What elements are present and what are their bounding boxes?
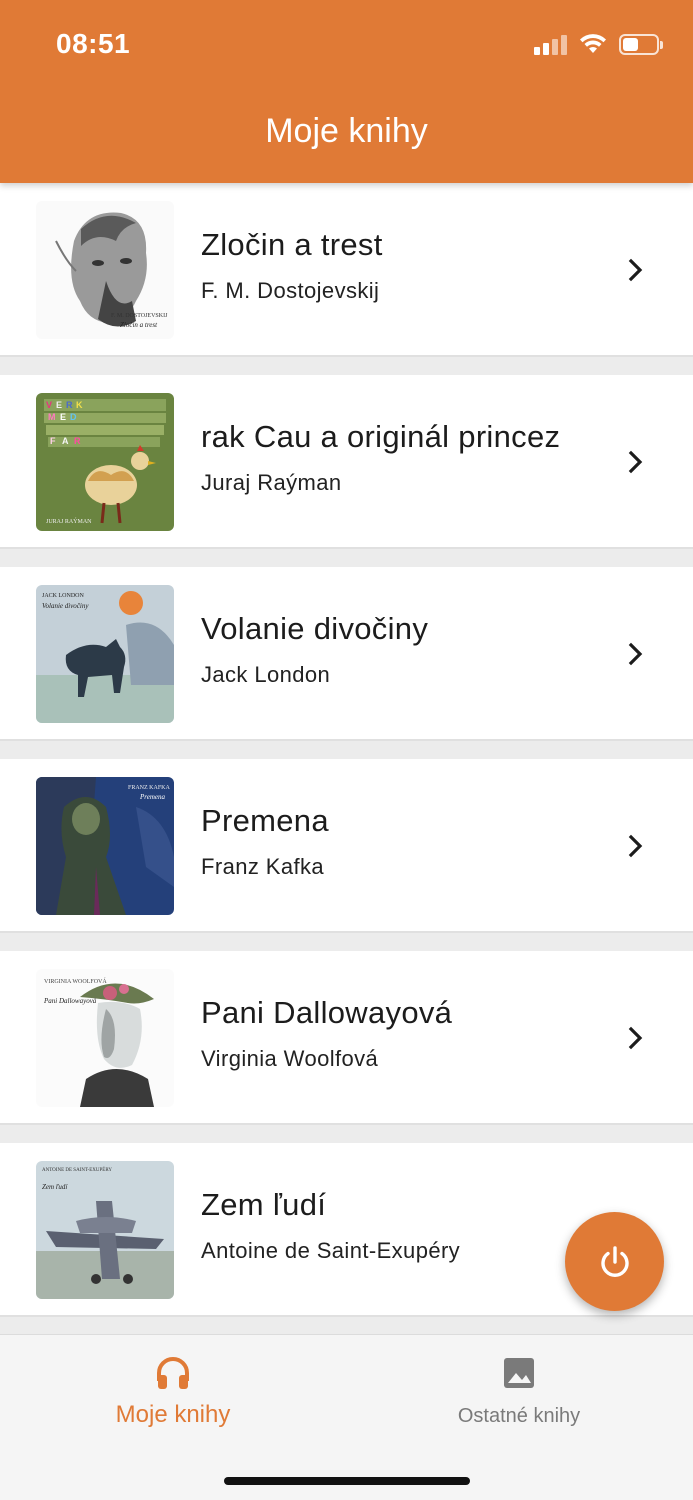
power-icon [600, 1245, 629, 1277]
cover-title: Zločin a trest [120, 321, 158, 329]
book-title: Pani Dallowayová [201, 995, 453, 1030]
cover-title: JURAJ RAÝMAN [46, 517, 92, 525]
svg-text:R: R [66, 400, 73, 410]
home-indicator [224, 1477, 470, 1485]
book-author: Juraj Raýman [201, 470, 342, 495]
cover-author: ANTOINE DE SAINT-EXUPÉRY [42, 1167, 112, 1173]
app-header: 08:51 Moje knihy [0, 0, 693, 183]
chevron-right-icon [628, 450, 643, 474]
battery-icon [619, 33, 663, 55]
cover-title: Premena [139, 793, 166, 801]
wifi-icon [580, 34, 606, 53]
book-author: F. M. Dostojevskij [201, 278, 380, 303]
book-cover-image: VERK MED FAR JURAJ RAÝMAN [36, 393, 174, 531]
chevron-right-icon [628, 1026, 643, 1050]
tab-moje-knihy[interactable]: Moje knihy [0, 1335, 346, 1445]
tab-label: Ostatné knihy [457, 1405, 581, 1427]
logout-button[interactable] [565, 1212, 664, 1311]
book-cover-image: F. M. DOSTOJEVSKIJ Zločin a trest [36, 201, 174, 339]
book-cover-image: ANTOINE DE SAINT-EXUPÉRY Zem ľudí [36, 1161, 174, 1299]
page-title: Moje knihy [265, 112, 428, 150]
svg-text:V: V [46, 400, 52, 410]
book-author: Jack London [201, 662, 331, 687]
book-row[interactable]: VERK MED FAR JURAJ RAÝMAN rak Cau a orig… [0, 375, 693, 549]
svg-text:M: M [48, 412, 56, 422]
book-title: Premena [201, 803, 329, 838]
book-cover-image: JACK LONDON Volanie divočiny [36, 585, 174, 723]
status-icons [534, 32, 663, 56]
book-author: Virginia Woolfová [201, 1046, 379, 1071]
svg-text:F. M. DOSTOJEVSKIJ: F. M. DOSTOJEVSKIJ [111, 313, 168, 319]
svg-text:D: D [70, 412, 77, 422]
headphones-icon [157, 1357, 189, 1389]
cover-author: FRANZ KAFKA [128, 785, 171, 791]
status-time: 08:51 [56, 28, 131, 59]
bottom-navigation: Moje knihy Ostatné knihy [0, 1334, 693, 1500]
chevron-right-icon [628, 642, 643, 666]
cover-author: VIRGINIA WOOLFOVÁ [44, 977, 107, 985]
chevron-right-icon [628, 834, 643, 858]
cover-title: Zem ľudí [42, 1183, 68, 1191]
book-row[interactable]: VIRGINIA WOOLFOVÁ Pani Dallowayová Pani … [0, 951, 693, 1125]
tab-ostatne-knihy[interactable]: Ostatné knihy [346, 1335, 692, 1445]
cover-title: Volanie divočiny [42, 602, 89, 610]
book-cover-image: VIRGINIA WOOLFOVÁ Pani Dallowayová [36, 969, 174, 1107]
cover-author: JACK LONDON [42, 593, 85, 599]
svg-text:E: E [56, 400, 62, 410]
book-cover-image: FRANZ KAFKA Premena [36, 777, 174, 915]
cellular-signal-icon [534, 33, 567, 55]
svg-text:A: A [62, 436, 69, 446]
book-row[interactable]: FRANZ KAFKA Premena Premena Franz Kafka [0, 759, 693, 933]
book-title: Zločin a trest [201, 227, 383, 262]
svg-text:R: R [74, 436, 81, 446]
book-author: Franz Kafka [201, 854, 325, 879]
book-row[interactable]: F. M. DOSTOJEVSKIJ Zločin a trest Zločin… [0, 183, 693, 357]
svg-text:E: E [60, 412, 66, 422]
image-icon [504, 1358, 534, 1388]
book-title: Zem ľudí [201, 1187, 327, 1222]
book-title: rak Cau a originál princez [201, 419, 561, 454]
tab-label: Moje knihy [115, 1401, 231, 1428]
cover-title: Pani Dallowayová [43, 997, 97, 1005]
book-author: Antoine de Saint-Exupéry [201, 1238, 461, 1263]
app-screen: 08:51 Moje knihy F. M. DOSTOJEVSKIJ Zloč… [0, 0, 693, 1500]
svg-text:K: K [76, 400, 83, 410]
book-row[interactable]: JACK LONDON Volanie divočiny Volanie div… [0, 567, 693, 741]
book-title: Volanie divočiny [201, 611, 429, 646]
book-list: F. M. DOSTOJEVSKIJ Zločin a trest Zločin… [0, 183, 693, 1335]
chevron-right-icon [628, 258, 643, 282]
svg-text:F: F [50, 436, 56, 446]
